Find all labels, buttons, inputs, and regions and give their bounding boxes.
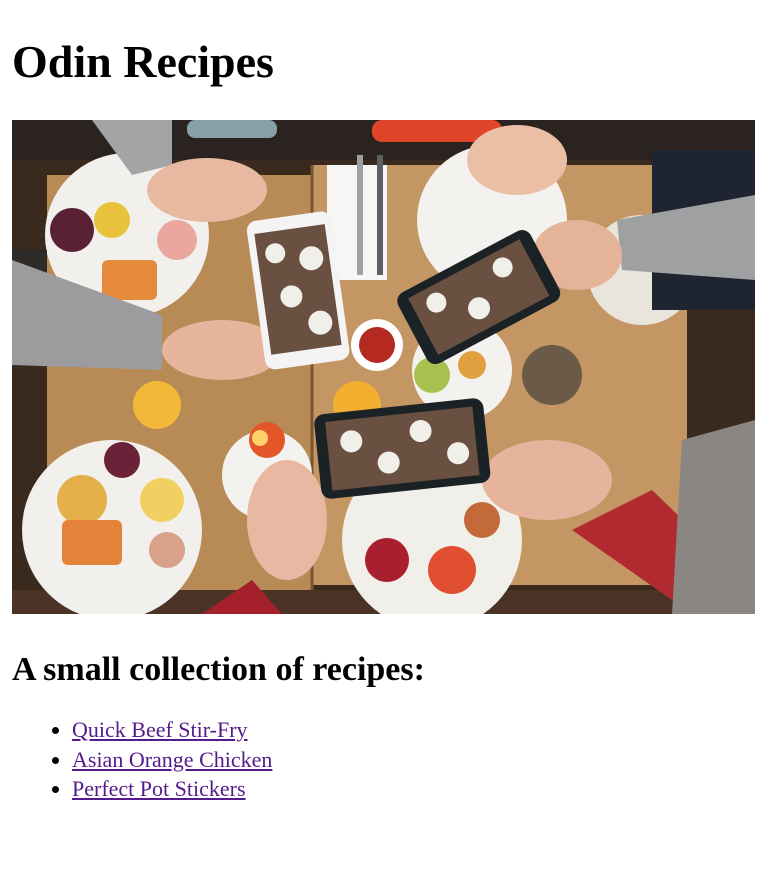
collection-heading: A small collection of recipes: xyxy=(12,651,425,688)
page-title: Odin Recipes xyxy=(12,36,274,87)
recipe-list: Quick Beef Stir-Fry Asian Orange Chicken… xyxy=(12,715,768,804)
recipe-link-asian-orange-chicken[interactable]: Asian Orange Chicken xyxy=(72,747,272,772)
recipe-link-perfect-pot-stickers[interactable]: Perfect Pot Stickers xyxy=(72,776,246,801)
food-photo-image xyxy=(12,120,755,614)
list-item: Quick Beef Stir-Fry xyxy=(72,715,768,745)
recipe-link-quick-beef-stir-fry[interactable]: Quick Beef Stir-Fry xyxy=(72,717,248,742)
list-item: Asian Orange Chicken xyxy=(72,745,768,775)
page: Odin Recipes A small collection of recip… xyxy=(0,0,780,804)
list-item: Perfect Pot Stickers xyxy=(72,774,768,804)
